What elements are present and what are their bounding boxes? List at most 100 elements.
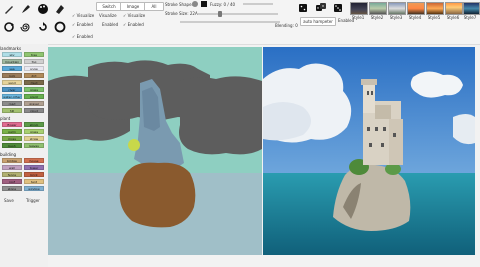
label-chip[interactable]: straw (24, 136, 44, 141)
dice-triple-icon[interactable] (331, 1, 345, 15)
plant-title: plant (0, 116, 11, 121)
style-thumb-6[interactable] (445, 2, 463, 15)
stroke-size-slider[interactable] (198, 11, 278, 17)
blending-slider[interactable] (180, 21, 280, 23)
label-chip[interactable]: mud (24, 80, 44, 85)
enabled-check-1[interactable]: ✓ Enabled (72, 22, 93, 27)
stroke-size-handle[interactable] (218, 11, 222, 17)
spiral-icon[interactable] (19, 20, 33, 34)
label-chip[interactable]: shrub (24, 122, 44, 127)
style-label-1: Style1 (351, 15, 365, 20)
enabled-check-3[interactable]: ✓ Enabled (123, 22, 144, 27)
label-chip[interactable]: snow (24, 66, 44, 71)
style-thumb-5[interactable] (426, 2, 444, 15)
label-chip[interactable]: moss (2, 136, 22, 141)
label-chip[interactable]: dirt (24, 73, 44, 78)
label-chip[interactable]: window (24, 186, 44, 191)
style-label-3: Style3 (389, 15, 403, 20)
auto-hamper-button[interactable]: auto hampeter (300, 17, 336, 26)
style-thumb-7[interactable] (463, 2, 480, 15)
label-chip[interactable]: bush (2, 143, 22, 148)
label-chip[interactable]: house (24, 158, 44, 163)
switch-button[interactable]: Switch (96, 2, 122, 11)
style-label-7: Style7 (463, 15, 477, 20)
visualize-label-3: Visualize (127, 13, 146, 18)
stroke-shape-label: Stroke Shape: (165, 2, 193, 7)
fuzzy-label: Fuzzy: 0 / 40 (210, 2, 236, 7)
visualize-label-2: Visualize (99, 13, 117, 18)
style-label-5: Style5 (427, 15, 441, 20)
style-thumb-3[interactable] (388, 2, 406, 15)
style-thumb-1[interactable] (350, 2, 368, 15)
square-stroke-shape[interactable] (201, 1, 207, 7)
enabled-label-3: Enabled (127, 22, 144, 27)
label-chip[interactable]: sky (2, 52, 22, 57)
label-chip[interactable]: tree (24, 52, 44, 57)
landmarks-title: landmarks (0, 46, 22, 51)
brush-icon[interactable] (19, 2, 33, 16)
palette-icon[interactable] (36, 2, 50, 16)
label-chip[interactable]: fog (24, 59, 44, 64)
enabled-check-2[interactable]: Enabled (102, 22, 118, 27)
label-chip[interactable]: rock (2, 73, 22, 78)
label-chip[interactable]: roof (2, 179, 22, 184)
label-chip[interactable]: wall (2, 165, 22, 170)
label-chip[interactable]: hill (2, 108, 22, 113)
label-chip[interactable]: water-other (2, 94, 22, 99)
label-chip[interactable]: brick (24, 172, 44, 177)
enabled-check-4[interactable]: ✓ Enabled (72, 34, 93, 39)
visualize-check-2[interactable]: Visualize (99, 13, 117, 18)
style-label-2: Style2 (370, 15, 384, 20)
building-title: building (0, 152, 17, 157)
enabled-label-2: Enabled (102, 22, 119, 27)
label-chip[interactable]: sea (2, 66, 22, 71)
label-chip[interactable]: palm (2, 129, 22, 134)
save-button[interactable]: Save (4, 198, 14, 203)
label-chip[interactable]: river (2, 87, 22, 92)
blending-label: Blending: 0 (275, 23, 298, 28)
style-label-6: Style6 (446, 15, 460, 20)
label-chip[interactable]: grass (24, 129, 44, 134)
visualize-label-1: Visualize (76, 13, 95, 18)
trigger-button[interactable]: Trigger (26, 198, 40, 203)
style-thumb-4[interactable] (407, 2, 425, 15)
refresh-icon[interactable] (2, 20, 16, 34)
toolbar: Switch Image All ✓ Visualize Visualize ✓… (0, 0, 480, 45)
generated-image (263, 47, 475, 255)
dice-double-icon[interactable] (314, 1, 328, 15)
image-button[interactable]: Image (120, 2, 146, 11)
enabled-label-1: Enabled (76, 22, 93, 27)
label-chip[interactable]: cloud (24, 108, 44, 113)
fuzzy-slider[interactable] (243, 3, 273, 5)
style-label-4: Style4 (408, 15, 422, 20)
label-chip[interactable]: sand (2, 80, 22, 85)
style-thumb-2[interactable] (369, 2, 387, 15)
enabled-label-4: Enabled (76, 34, 93, 39)
label-chip[interactable]: road (2, 101, 22, 106)
label-chip[interactable]: fence (2, 172, 22, 177)
all-button[interactable]: All (144, 2, 164, 11)
generated-image-canvas (263, 47, 475, 255)
stroke-size-label: Stroke Size: 22A (165, 11, 198, 16)
rotate-icon[interactable] (36, 20, 50, 34)
visualize-check-3[interactable]: ✓ Visualize (123, 13, 145, 18)
segmentation-canvas[interactable] (48, 47, 262, 255)
label-palette-sidebar: landmarks sky tree mountain fog sea snow… (0, 44, 48, 267)
label-chip[interactable]: plant (24, 94, 44, 99)
segmentation-drawing (48, 47, 262, 255)
pencil-icon[interactable] (2, 2, 16, 16)
label-chip[interactable]: stone (2, 186, 22, 191)
label-chip[interactable]: flower (2, 122, 22, 127)
circle-icon[interactable] (53, 20, 67, 34)
dice-icon[interactable] (297, 1, 311, 15)
round-stroke-shape[interactable] (192, 1, 198, 7)
label-chip[interactable]: bridge (2, 158, 22, 163)
label-chip[interactable]: tower (24, 165, 44, 170)
visualize-check-1[interactable]: ✓ Visualize (72, 13, 94, 18)
label-chip[interactable]: leaves (24, 143, 44, 148)
label-chip[interactable]: tent (24, 179, 44, 184)
eraser-icon[interactable] (53, 2, 67, 16)
label-chip[interactable]: grass (24, 87, 44, 92)
label-chip[interactable]: gravel (24, 101, 44, 106)
label-chip[interactable]: mountain (2, 59, 22, 64)
